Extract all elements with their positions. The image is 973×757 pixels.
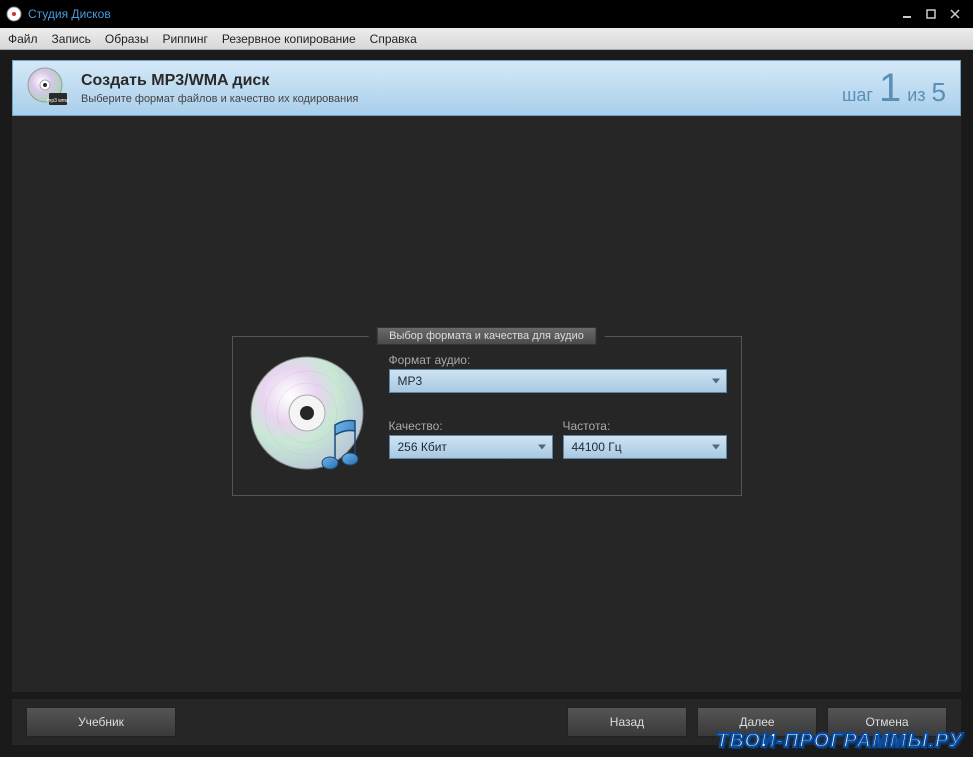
banner-subtitle: Выберите формат файлов и качество их код… xyxy=(81,93,358,105)
menu-images[interactable]: Образы xyxy=(105,32,149,46)
close-button[interactable] xyxy=(943,4,967,24)
format-value: MP3 xyxy=(398,374,423,388)
tutorial-button[interactable]: Учебник xyxy=(26,707,176,737)
titlebar: Студия Дисков xyxy=(0,0,973,28)
next-button[interactable]: Далее xyxy=(697,707,817,737)
menu-ripping[interactable]: Риппинг xyxy=(162,32,207,46)
step-banner: mp3 wma Создать MP3/WMA диск Выберите фо… xyxy=(12,60,961,116)
minimize-button[interactable] xyxy=(895,4,919,24)
app-icon xyxy=(6,6,22,22)
step-indicator: шаг 1 из 5 xyxy=(842,68,946,108)
quality-label: Качество: xyxy=(389,419,553,433)
disc-mp3-icon: mp3 wma xyxy=(27,67,69,109)
menu-backup[interactable]: Резервное копирование xyxy=(222,32,356,46)
quality-value: 256 Кбит xyxy=(398,440,447,454)
format-label: Формат аудио: xyxy=(389,353,727,367)
tutorial-button-label: Учебник xyxy=(78,715,124,729)
maximize-button[interactable] xyxy=(919,4,943,24)
step-of: из xyxy=(907,85,925,106)
cancel-button[interactable]: Отмена xyxy=(827,707,947,737)
quality-select[interactable]: 256 Кбит xyxy=(389,435,553,459)
menu-record[interactable]: Запись xyxy=(52,32,91,46)
frequency-label: Частота: xyxy=(563,419,727,433)
content-area: Выбор формата и качества для аудио xyxy=(12,116,961,692)
next-button-label: Далее xyxy=(739,715,774,729)
groupbox-title: Выбор формата и качества для аудио xyxy=(376,327,597,345)
chevron-down-icon xyxy=(712,445,720,450)
step-number: 1 xyxy=(879,68,901,108)
menubar: Файл Запись Образы Риппинг Резервное коп… xyxy=(0,28,973,50)
step-total: 5 xyxy=(932,77,946,108)
menu-help[interactable]: Справка xyxy=(370,32,417,46)
banner-title: Создать MP3/WMA диск xyxy=(81,72,358,90)
audio-format-group: Выбор формата и качества для аудио xyxy=(232,336,742,496)
frequency-value: 44100 Гц xyxy=(572,440,622,454)
disc-music-icon xyxy=(247,353,375,481)
svg-text:mp3 wma: mp3 wma xyxy=(47,98,69,104)
app-title: Студия Дисков xyxy=(28,7,111,21)
menu-file[interactable]: Файл xyxy=(8,32,38,46)
back-button-label: Назад xyxy=(610,715,644,729)
cancel-button-label: Отмена xyxy=(865,715,908,729)
frequency-select[interactable]: 44100 Гц xyxy=(563,435,727,459)
chevron-down-icon xyxy=(538,445,546,450)
bottom-button-bar: Учебник Назад Далее Отмена xyxy=(12,699,961,745)
step-word: шаг xyxy=(842,85,873,106)
format-select[interactable]: MP3 xyxy=(389,369,727,393)
chevron-down-icon xyxy=(712,379,720,384)
back-button[interactable]: Назад xyxy=(567,707,687,737)
